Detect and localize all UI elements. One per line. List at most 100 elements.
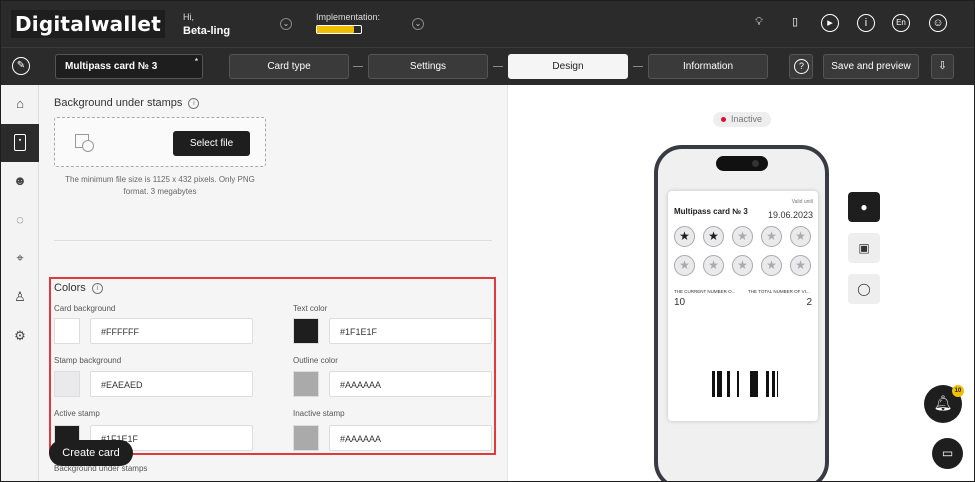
phone-mockup: Multipass card № 3 Valid until 19.06.202…: [654, 145, 829, 481]
step-design[interactable]: Design: [508, 54, 628, 79]
chat-icon[interactable]: ▭: [932, 438, 963, 469]
card-name-value: Multipass card № 3: [65, 61, 158, 72]
sidebar-item-cards[interactable]: ▪: [1, 124, 39, 162]
outline-color-swatch[interactable]: [293, 371, 319, 397]
implementation-label: Implementation:: [316, 12, 381, 22]
barcode-bar: [719, 371, 721, 397]
barcode-bar: [717, 371, 719, 397]
greeting: Hi,: [183, 12, 194, 22]
user-icon[interactable]: ♙: [11, 288, 29, 306]
wallet-card: Multipass card № 3 Valid until 19.06.202…: [668, 191, 818, 421]
barcode-bar: [750, 371, 753, 397]
step-divider: [353, 66, 363, 67]
inactive-stamp: ★: [732, 255, 753, 276]
outline-color-label: Outline color: [293, 356, 338, 365]
download-icon[interactable]: ⇩: [931, 54, 954, 79]
card-name-input[interactable]: Multipass card № 3 *: [55, 54, 203, 79]
card-background-input[interactable]: #FFFFFF: [90, 318, 253, 344]
inactive-stamp-label: Inactive stamp: [293, 409, 345, 418]
messages-icon[interactable]: ◌: [11, 211, 29, 229]
status-badge: Inactive: [713, 112, 771, 127]
info-icon[interactable]: i: [188, 98, 200, 109]
implementation-progress-fill: [317, 26, 355, 33]
text-color-swatch[interactable]: [293, 318, 319, 344]
top-bar: Digitalwallet Hi, Beta-ling ⌄ Implementa…: [1, 1, 974, 47]
sidebar: ⌂ ▪ ☻ ◌ ⌖ ♙ ⚙: [1, 85, 39, 481]
current-number-label: THE CURRENT NUMBER O...: [674, 289, 736, 294]
lightbulb-icon[interactable]: 💡︎: [750, 14, 768, 32]
total-number-label: THE TOTAL NUMBER OF VI...: [748, 289, 810, 294]
info-icon[interactable]: i: [857, 14, 875, 32]
chevron-down-icon[interactable]: ⌄: [280, 18, 292, 30]
design-editor: Background under stamps i Select file The…: [39, 85, 508, 481]
save-and-preview-button[interactable]: Save and preview: [823, 54, 919, 79]
user-avatar-icon[interactable]: ☺: [929, 14, 947, 32]
step-divider: [493, 66, 503, 67]
question-icon: ?: [794, 59, 809, 74]
gear-icon[interactable]: ⚙: [11, 327, 29, 345]
image-placeholder-icon: [82, 140, 94, 152]
inactive-stamp: ★: [761, 255, 782, 276]
stamp-background-label: Stamp background: [54, 356, 122, 365]
inactive-stamp: ★: [761, 226, 782, 247]
step-information[interactable]: Information: [648, 54, 768, 79]
camera-icon: [752, 160, 759, 167]
chat-preview-icon[interactable]: ◯: [848, 274, 880, 304]
text-color-input[interactable]: #1F1E1F: [329, 318, 492, 344]
current-number-value: 10: [674, 297, 686, 308]
barcode: [712, 371, 778, 397]
steps-bar: ✎ Multipass card № 3 * Card type Setting…: [1, 47, 974, 85]
barcode-bar: [737, 371, 739, 397]
android-icon[interactable]: ▣: [848, 233, 880, 263]
chevron-down-icon[interactable]: ⌄: [412, 18, 424, 30]
inactive-stamp: ★: [703, 255, 724, 276]
file-hint: The minimum file size is 1125 x 432 pixe…: [65, 175, 255, 196]
stamp-background-swatch[interactable]: [54, 371, 80, 397]
clients-icon[interactable]: ☻: [11, 172, 29, 190]
barcode-bar: [772, 371, 775, 397]
apple-icon[interactable]: ●: [848, 192, 880, 222]
select-file-button[interactable]: Select file: [173, 131, 250, 156]
outline-color-input[interactable]: #AAAAAA: [329, 371, 492, 397]
info-icon[interactable]: i: [91, 283, 103, 294]
card-title: Multipass card № 3: [674, 207, 748, 216]
active-stamp-label: Active stamp: [54, 409, 100, 418]
barcode-bar: [721, 371, 722, 397]
step-divider: [633, 66, 643, 67]
section-title-text: Background under stamps: [54, 97, 183, 109]
background-section-title: Background under stamps i: [54, 97, 200, 109]
language-button[interactable]: En: [892, 14, 910, 32]
step-card-type[interactable]: Card type: [229, 54, 349, 79]
status-dot: [721, 117, 726, 122]
stamp-background-input[interactable]: #EAEAED: [90, 371, 253, 397]
section-divider: [54, 240, 492, 241]
valid-until-label: Valid until: [791, 199, 813, 205]
card-background-swatch[interactable]: [54, 318, 80, 344]
text-color-label: Text color: [293, 304, 328, 313]
card-phone-icon: ▪: [14, 134, 26, 151]
phone-settings-icon[interactable]: ▯: [786, 14, 804, 32]
barcode-bar: [712, 371, 715, 397]
valid-until-date: 19.06.2023: [767, 210, 813, 220]
file-dropzone[interactable]: Select file: [54, 117, 266, 167]
create-card-button[interactable]: Create card: [49, 440, 133, 466]
implementation-progress: [316, 25, 362, 34]
inactive-stamp: ★: [790, 226, 811, 247]
pencil-icon[interactable]: ✎: [12, 57, 30, 75]
location-icon[interactable]: ⌖: [11, 249, 29, 267]
inactive-stamp: ★: [674, 255, 695, 276]
barcode-bar: [766, 371, 767, 397]
status-text: Inactive: [731, 114, 763, 124]
play-icon[interactable]: ▸: [821, 14, 839, 32]
user-name[interactable]: Beta-ling: [183, 25, 230, 37]
inactive-stamp: ★: [732, 226, 753, 247]
inactive-stamp-input[interactable]: #AAAAAA: [329, 425, 492, 451]
phone-notch: [716, 156, 768, 171]
step-settings[interactable]: Settings: [368, 54, 488, 79]
barcode-bar: [727, 371, 730, 397]
logo: Digitalwallet: [11, 10, 165, 38]
home-icon[interactable]: ⌂: [11, 95, 29, 113]
active-stamp: ★: [674, 226, 695, 247]
help-button[interactable]: ?: [789, 54, 813, 79]
inactive-stamp-swatch[interactable]: [293, 425, 319, 451]
